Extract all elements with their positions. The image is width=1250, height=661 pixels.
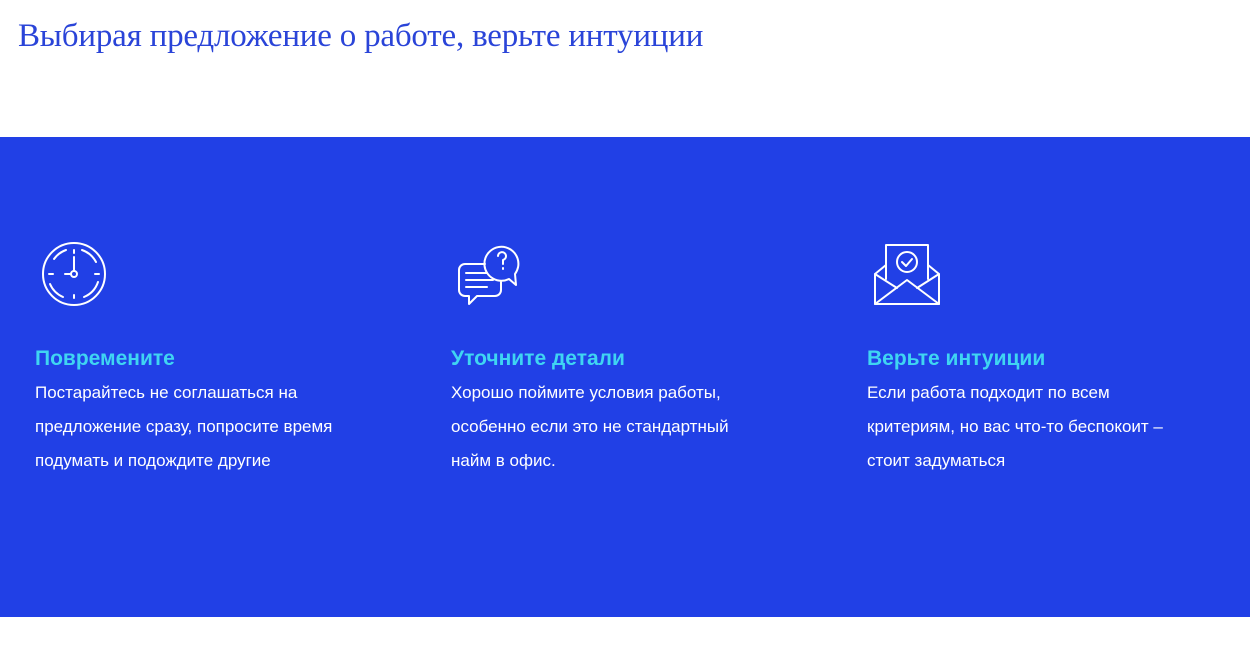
feature-heading: Верьте интуиции	[867, 347, 1046, 370]
tips-section: Повремените Постарайтесь не соглашаться …	[0, 137, 1250, 617]
text-line: критериям, но вас что-то беспокоит –	[867, 417, 1163, 436]
text-line: Постарайтесь не соглашаться на	[35, 383, 298, 402]
feature-card: Уточните детали Хорошо поймите условия р…	[451, 242, 811, 478]
text-line: Хорошо поймите условия работы,	[451, 383, 721, 402]
chat-question-icon	[457, 242, 525, 310]
feature-text: Хорошо поймите условия работы, особенно …	[451, 376, 811, 478]
clock-icon	[41, 242, 109, 310]
feature-card: Повремените Постарайтесь не соглашаться …	[35, 242, 395, 478]
feature-heading: Повремените	[35, 347, 175, 370]
feature-text: Постарайтесь не соглашаться на предложен…	[35, 376, 395, 478]
text-line: стоит задуматься	[867, 451, 1006, 470]
page-title: Выбирая предложение о работе, верьте инт…	[18, 18, 704, 54]
envelope-check-icon	[873, 242, 941, 310]
text-line: подумать и подождите другие	[35, 451, 271, 470]
text-line: найм в офис.	[451, 451, 556, 470]
text-line: Если работа подходит по всем	[867, 383, 1110, 402]
feature-heading: Уточните детали	[451, 347, 625, 370]
text-line: особенно если это не стандартный	[451, 417, 729, 436]
feature-text: Если работа подходит по всем критериям, …	[867, 376, 1227, 478]
text-line: предложение сразу, попросите время	[35, 417, 333, 436]
feature-card: Верьте интуиции Если работа подходит по …	[867, 242, 1227, 478]
